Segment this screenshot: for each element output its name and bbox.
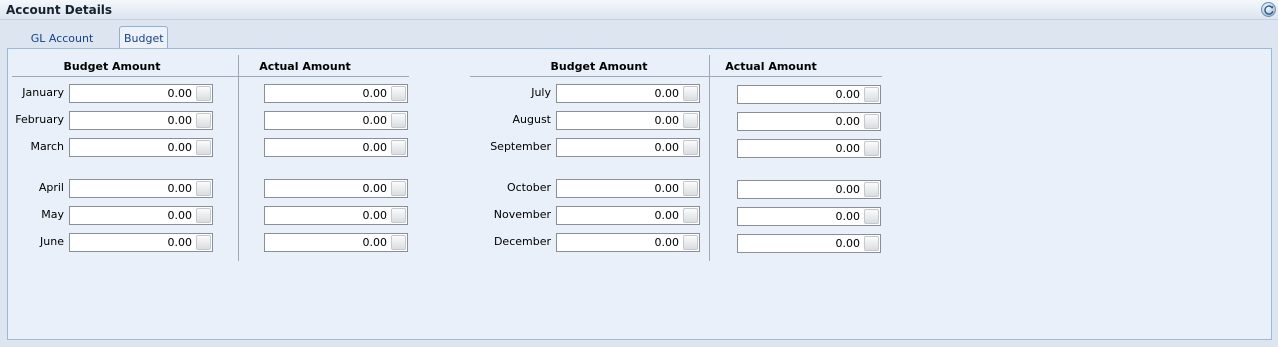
budget-amount-april[interactable]: 0.00 [69,179,213,198]
right-budget-amount-header: Budget Amount [550,60,648,73]
budget-amount-december[interactable]: 0.00 [556,233,700,252]
actual-amount-january[interactable]: 0.00 [264,84,408,103]
actual-value-february: 0.00 [362,114,388,127]
actual-amount-june[interactable]: 0.00 [264,233,408,252]
budget-picker-button[interactable] [196,113,211,128]
actual-value-august: 0.00 [835,115,861,128]
budget-value-may: 0.00 [167,209,193,222]
budget-amount-june[interactable]: 0.00 [69,233,213,252]
actual-picker-button[interactable] [391,208,406,223]
month-label-may: May [41,208,64,221]
actual-amount-may[interactable]: 0.00 [264,206,408,225]
actual-picker-button[interactable] [391,86,406,101]
actual-amount-february[interactable]: 0.00 [264,111,408,130]
budget-amount-january[interactable]: 0.00 [69,84,213,103]
month-label-january: January [22,86,64,99]
budget-value-august: 0.00 [654,114,680,127]
budget-picker-button[interactable] [196,140,211,155]
budget-amount-august[interactable]: 0.00 [556,111,700,130]
budget-value-march: 0.00 [167,141,193,154]
month-label-july: July [531,86,551,99]
actual-picker-button[interactable] [864,87,879,102]
actual-picker-button[interactable] [864,182,879,197]
budget-value-april: 0.00 [167,182,193,195]
actual-value-march: 0.00 [362,141,388,154]
tab-budget[interactable]: Budget [119,26,168,50]
budget-picker-button[interactable] [683,181,698,196]
actual-value-april: 0.00 [362,182,388,195]
actual-value-july: 0.00 [835,88,861,101]
budget-picker-button[interactable] [683,86,698,101]
tab-gl-account-details[interactable]: GL Account Details [12,29,112,64]
actual-amount-august[interactable]: 0.00 [737,112,881,131]
left-header-divider [12,76,409,77]
actual-picker-button[interactable] [864,114,879,129]
actual-value-november: 0.00 [835,210,861,223]
budget-amount-february[interactable]: 0.00 [69,111,213,130]
budget-amount-july[interactable]: 0.00 [556,84,700,103]
month-label-december: December [493,235,551,248]
month-label-october: October [506,181,551,194]
budget-picker-button[interactable] [683,208,698,223]
actual-amount-april[interactable]: 0.00 [264,179,408,198]
left-actual-amount-header: Actual Amount [259,60,351,73]
budget-value-september: 0.00 [654,141,680,154]
actual-picker-button[interactable] [864,141,879,156]
tab-strip: GL Account Details Budget [0,26,1278,64]
right-column-divider [709,55,710,261]
actual-amount-november[interactable]: 0.00 [737,207,881,226]
actual-value-september: 0.00 [835,142,861,155]
right-actual-amount-header: Actual Amount [725,60,817,73]
actual-value-october: 0.00 [835,183,861,196]
actual-picker-button[interactable] [391,113,406,128]
budget-value-july: 0.00 [654,87,680,100]
actual-amount-july[interactable]: 0.00 [737,85,881,104]
actual-picker-button[interactable] [864,236,879,251]
actual-picker-button[interactable] [391,140,406,155]
month-label-november: November [493,208,551,221]
budget-amount-march[interactable]: 0.00 [69,138,213,157]
budget-picker-button[interactable] [196,208,211,223]
actual-amount-march[interactable]: 0.00 [264,138,408,157]
actual-amount-october[interactable]: 0.00 [737,180,881,199]
actual-picker-button[interactable] [391,181,406,196]
budget-value-november: 0.00 [654,209,680,222]
left-column-divider [238,55,239,261]
refresh-icon[interactable] [1261,2,1276,17]
actual-value-may: 0.00 [362,209,388,222]
actual-value-december: 0.00 [835,237,861,250]
budget-value-october: 0.00 [654,182,680,195]
actual-picker-button[interactable] [391,235,406,250]
budget-picker-button[interactable] [683,113,698,128]
left-budget-amount-header: Budget Amount [63,60,161,73]
window-titlebar: Account Details [0,0,1278,20]
window-title: Account Details [6,3,113,17]
budget-picker-button[interactable] [196,86,211,101]
budget-value-december: 0.00 [654,236,680,249]
budget-picker-button[interactable] [196,235,211,250]
month-label-august: August [512,113,552,126]
budget-picker-button[interactable] [683,140,698,155]
budget-value-january: 0.00 [167,87,193,100]
budget-amount-may[interactable]: 0.00 [69,206,213,225]
month-label-september: September [490,140,551,153]
actual-value-january: 0.00 [362,87,388,100]
right-header-divider [470,76,882,77]
budget-picker-button[interactable] [683,235,698,250]
month-label-june: June [40,235,64,248]
month-label-april: April [38,181,64,194]
month-label-march: March [30,140,64,153]
budget-amount-november[interactable]: 0.00 [556,206,700,225]
budget-amount-october[interactable]: 0.00 [556,179,700,198]
budget-picker-button[interactable] [196,181,211,196]
budget-value-june: 0.00 [167,236,193,249]
actual-amount-september[interactable]: 0.00 [737,139,881,158]
budget-amount-september[interactable]: 0.00 [556,138,700,157]
actual-amount-december[interactable]: 0.00 [737,234,881,253]
actual-picker-button[interactable] [864,209,879,224]
month-label-february: February [15,113,64,126]
actual-value-june: 0.00 [362,236,388,249]
budget-value-february: 0.00 [167,114,193,127]
